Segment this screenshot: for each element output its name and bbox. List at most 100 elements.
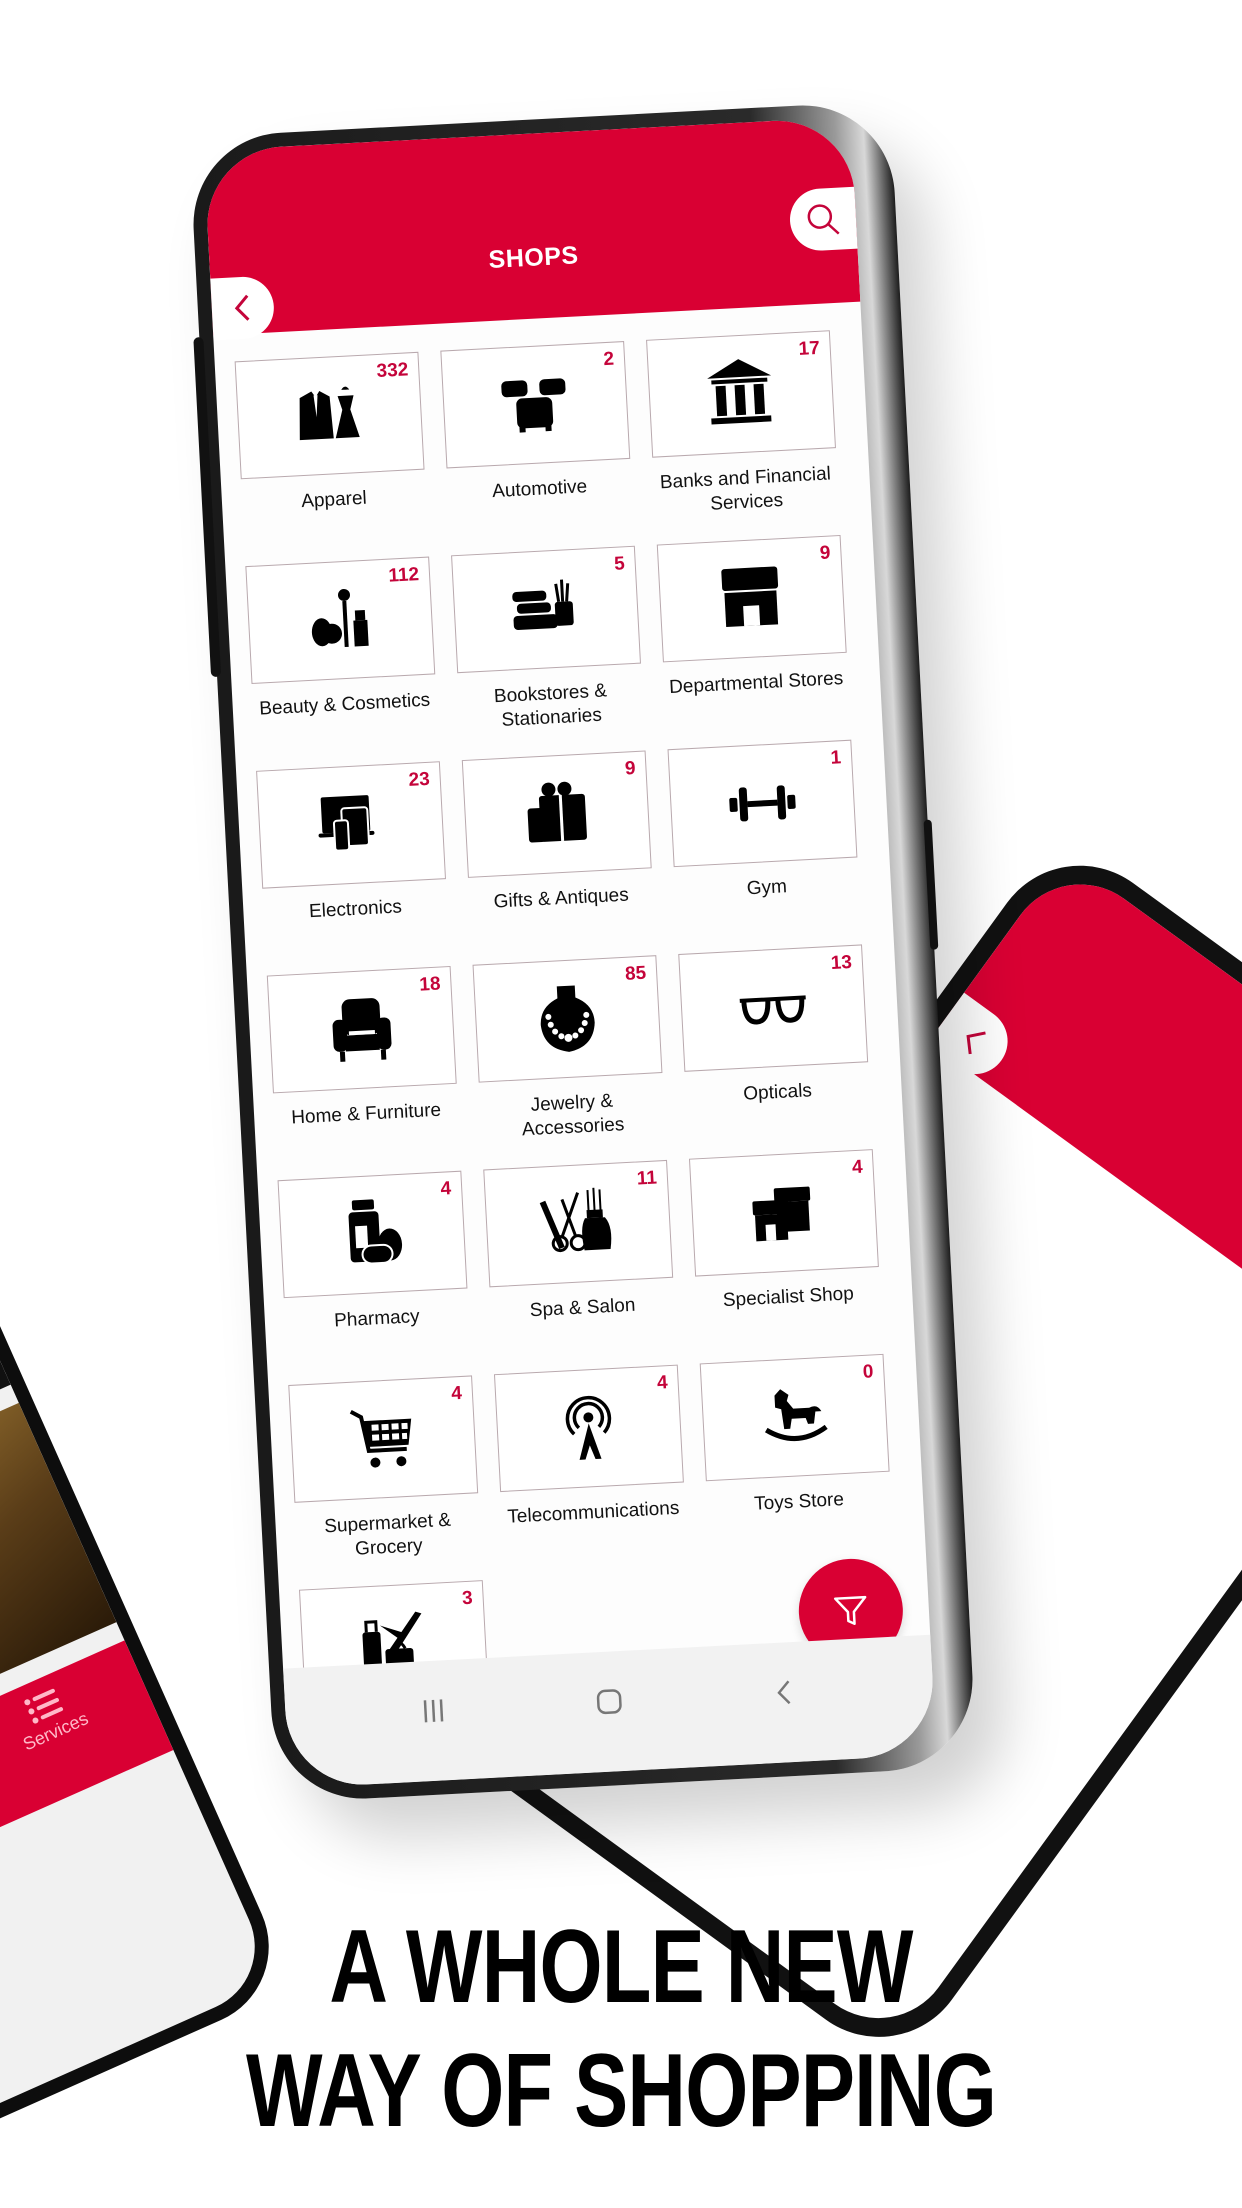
category-label: Banks and Financial Services: [659, 463, 832, 515]
category-tile[interactable]: 11 Spa & Salon: [483, 1159, 677, 1374]
category-card[interactable]: 13: [678, 944, 869, 1072]
shop-count-badge: 9: [819, 542, 832, 565]
category-card[interactable]: 9: [656, 534, 847, 663]
shop-count-badge: 4: [656, 1372, 669, 1394]
category-card[interactable]: 2: [440, 341, 631, 469]
home-icon: [596, 1689, 622, 1715]
back-icon: [777, 1680, 791, 1705]
gift-icon: [516, 773, 598, 855]
category-tile[interactable]: 85 Jewelry & Accessories: [472, 955, 667, 1169]
tagline-line-1: A WHOLE NEW: [329, 1909, 913, 2025]
category-card[interactable]: 5: [451, 545, 641, 674]
shop-count-badge: 4: [851, 1156, 864, 1179]
category-card[interactable]: 4: [493, 1364, 684, 1493]
category-tile[interactable]: 9 Gifts & Antiques: [461, 750, 656, 964]
category-tile[interactable]: 9 Departmental Stores: [656, 534, 851, 749]
antenna-icon: [548, 1387, 630, 1469]
category-tile[interactable]: 332 Apparel: [234, 351, 429, 566]
category-card[interactable]: 18: [266, 965, 457, 1094]
category-label: Gifts & Antiques: [493, 884, 630, 913]
shop-count-badge: 0: [862, 1361, 874, 1383]
category-label: Toys Store: [753, 1489, 845, 1515]
search-icon: [807, 204, 840, 235]
cart-icon: [342, 1398, 424, 1480]
category-label: Specialist Shop: [722, 1283, 855, 1312]
category-label: Beauty & Cosmetics: [258, 689, 431, 720]
tagline-line-2: WAY OF SHOPPING: [245, 2033, 997, 2149]
category-label: Telecommunications: [506, 1497, 680, 1528]
category-card[interactable]: 11: [483, 1159, 674, 1288]
shop-count-badge: 17: [798, 337, 821, 360]
tagline: A WHOLE NEW WAY OF SHOPPING: [137, 1905, 1106, 2153]
category-card[interactable]: 1: [667, 739, 858, 868]
chevron-left-icon: [234, 294, 250, 321]
category-tile[interactable]: 4 Supermarket & Grocery: [288, 1375, 482, 1589]
cars-icon: [494, 364, 576, 446]
category-label: Pharmacy: [333, 1306, 421, 1332]
shop-count-badge: 4: [450, 1382, 463, 1405]
nav-back-button[interactable]: [753, 1661, 816, 1724]
category-tile[interactable]: 18 Home & Furniture: [266, 965, 461, 1180]
page-title: SHOPS: [487, 241, 580, 274]
category-card[interactable]: 85: [472, 955, 663, 1083]
shop-count-badge: 332: [376, 359, 409, 382]
category-label: Home & Furniture: [290, 1099, 442, 1129]
category-label: Departmental Stores: [668, 668, 844, 699]
glasses-icon: [732, 967, 814, 1049]
bottom-tab-bar: Services: [0, 1640, 174, 1918]
shop-count-badge: 4: [440, 1178, 452, 1200]
shop-count-badge: 23: [408, 768, 431, 791]
category-label: Gym: [746, 876, 788, 900]
category-card[interactable]: 17: [646, 330, 836, 458]
app-header: SHOPS: [203, 116, 861, 341]
salon-icon: [537, 1183, 619, 1265]
category-label: Opticals: [742, 1080, 813, 1105]
category-tile[interactable]: 4 Telecommunications: [493, 1364, 688, 1579]
main-phone: SHOPS 332 Apparel 2 Automotive 17 Banks and F…: [188, 100, 978, 1804]
category-tile[interactable]: 0 Toys Store: [699, 1353, 894, 1568]
rocking-horse-icon: [754, 1377, 836, 1459]
pharmacy-icon: [332, 1193, 414, 1275]
category-label: Supermarket & Grocery: [323, 1509, 452, 1560]
shop-count-badge: 5: [613, 553, 626, 575]
tab-services[interactable]: Services: [0, 1669, 115, 1765]
category-card[interactable]: 23: [256, 761, 446, 889]
category-card[interactable]: 4: [288, 1375, 479, 1503]
category-card[interactable]: 4: [277, 1170, 468, 1299]
category-tile[interactable]: 5 Bookstores & Stationaries: [451, 545, 645, 760]
category-grid: 332 Apparel 2 Automotive 17 Banks and Financi…: [234, 330, 917, 1789]
filter-icon: [833, 1595, 867, 1625]
books-icon: [505, 568, 587, 650]
category-card[interactable]: 9: [461, 750, 652, 878]
phone-screen: SHOPS 332 Apparel 2 Automotive 17 Banks and F…: [203, 116, 937, 1789]
devices-icon: [310, 784, 392, 866]
category-card[interactable]: 4: [688, 1149, 879, 1277]
category-card[interactable]: 332: [234, 351, 425, 480]
necklace-icon: [526, 978, 608, 1060]
shop-count-badge: 1: [830, 747, 842, 769]
shop-count-badge: 13: [830, 951, 853, 975]
shops-icon: [743, 1172, 825, 1254]
shop-count-badge: 2: [602, 348, 615, 371]
recents-button[interactable]: [402, 1679, 465, 1742]
category-tile[interactable]: 17 Banks and Financial Services: [646, 330, 840, 544]
category-tile[interactable]: 4 Pharmacy: [277, 1170, 472, 1385]
category-tile[interactable]: 112 Beauty & Cosmetics: [245, 556, 439, 771]
category-tile[interactable]: 13 Opticals: [678, 944, 872, 1158]
category-tile[interactable]: 1 Gym: [667, 739, 862, 954]
category-card[interactable]: 112: [245, 556, 436, 684]
recents-icon: [423, 1699, 444, 1723]
home-button[interactable]: [578, 1670, 641, 1733]
category-tile[interactable]: 23 Electronics: [256, 761, 450, 975]
category-tile[interactable]: 2 Automotive: [440, 341, 634, 555]
shop-count-badge: 112: [387, 564, 420, 587]
category-label: Bookstores & Stationaries: [493, 680, 608, 731]
category-card[interactable]: 0: [699, 1353, 890, 1482]
shop-count-badge: 18: [418, 973, 442, 996]
armchair-icon: [321, 989, 403, 1071]
shop-count-badge: 3: [461, 1587, 474, 1610]
cosmetics-icon: [299, 579, 381, 661]
shop-count-badge: 85: [624, 962, 647, 985]
bank-icon: [700, 353, 782, 435]
category-tile[interactable]: 4 Specialist Shop: [688, 1149, 883, 1363]
